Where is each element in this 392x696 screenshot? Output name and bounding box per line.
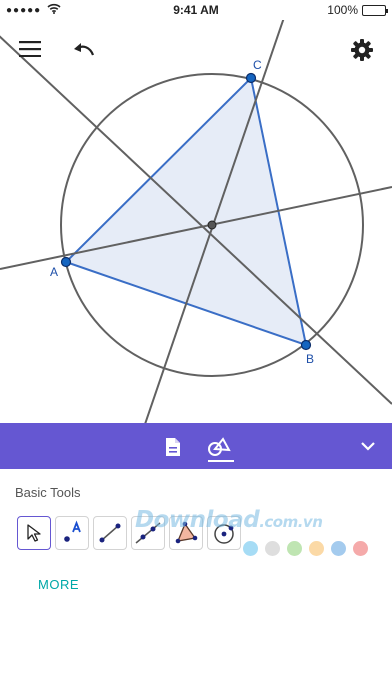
settings-button[interactable] xyxy=(348,37,376,63)
watermark: Download.com.vn xyxy=(135,507,323,533)
color-dots xyxy=(243,541,368,556)
battery-percent: 100% xyxy=(327,3,358,17)
tools-panel: Basic Tools Download.com.vn MORE xyxy=(0,469,392,696)
collapse-button[interactable] xyxy=(358,436,378,456)
more-tools-button[interactable]: MORE xyxy=(38,577,79,592)
battery-icon xyxy=(362,4,388,16)
point-tool-button[interactable] xyxy=(55,516,89,550)
status-right: 100% xyxy=(327,3,388,17)
color-dot xyxy=(243,541,258,556)
cursor-arrow-icon xyxy=(27,524,41,542)
watermark-main: Download xyxy=(135,507,260,533)
segment-tool-button[interactable] xyxy=(93,516,127,550)
tab-algebra[interactable] xyxy=(156,431,190,463)
point-a[interactable] xyxy=(60,256,72,268)
algebra-icon xyxy=(166,438,180,456)
tab-tools[interactable] xyxy=(202,431,236,463)
color-dot xyxy=(265,541,280,556)
point-b-label: B xyxy=(306,352,314,366)
color-dot xyxy=(353,541,368,556)
chevron-down-icon xyxy=(361,441,375,451)
color-dot xyxy=(287,541,302,556)
point-c-label: C xyxy=(253,58,262,72)
color-dot xyxy=(331,541,346,556)
hamburger-icon xyxy=(19,41,41,57)
segment-icon xyxy=(99,523,121,543)
circumcenter-point[interactable] xyxy=(207,220,217,230)
undo-icon xyxy=(74,43,95,56)
graphics-view[interactable]: A B C xyxy=(0,20,392,423)
tool-header-bar xyxy=(0,423,392,469)
construction-canvas[interactable]: A B C xyxy=(0,20,392,423)
undo-button[interactable] xyxy=(70,37,98,61)
move-tool-button[interactable] xyxy=(17,516,51,550)
watermark-tld: .com.vn xyxy=(259,513,323,531)
gear-icon xyxy=(351,39,373,61)
point-icon xyxy=(64,520,81,542)
active-tab-indicator xyxy=(208,460,234,462)
point-c[interactable] xyxy=(245,72,257,84)
status-bar: ●●●●● 9:41 AM 100% xyxy=(0,0,392,20)
section-title: Basic Tools xyxy=(15,485,81,500)
point-b[interactable] xyxy=(300,339,312,351)
tools-icon xyxy=(208,437,231,456)
menu-button[interactable] xyxy=(16,37,44,61)
color-dot xyxy=(309,541,324,556)
point-a-label: A xyxy=(50,265,58,279)
